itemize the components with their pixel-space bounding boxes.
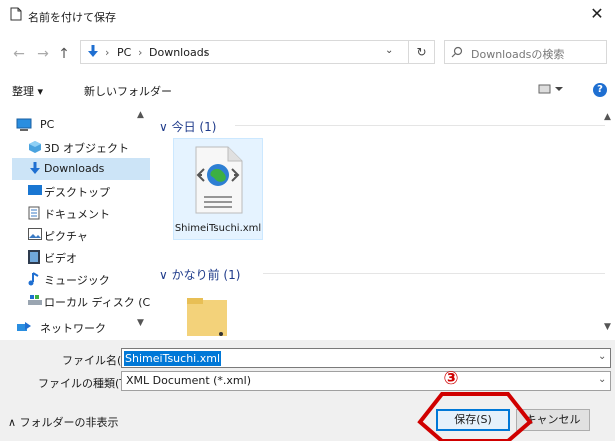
save-button[interactable]: 保存(S) — [436, 409, 510, 431]
downloads-icon — [85, 45, 101, 59]
sidebar-item-music[interactable]: ミュージック — [12, 268, 150, 290]
new-folder-button[interactable]: 新しいフォルダー — [84, 83, 172, 99]
filename-value: ShimeiTsuchi.xml — [124, 351, 222, 366]
chevron-down-icon[interactable]: ⌄ — [385, 45, 393, 56]
filetype-label: ファイルの種類(T): — [38, 377, 135, 390]
breadcrumb-separator[interactable]: › — [204, 46, 208, 59]
sidebar-item-label: ミュージック — [44, 274, 110, 287]
save-options-panel: ファイル名(N): ShimeiTsuchi.xml ⌄ ファイルの種類(T):… — [0, 340, 615, 441]
address-bar[interactable]: › PC › Downloads › ⌄ — [80, 40, 409, 64]
sidebar-item-label: ドキュメント — [44, 208, 110, 221]
group-header-label: かなり前 (1) — [171, 268, 241, 282]
search-input[interactable]: Downloadsの検索 — [444, 40, 607, 64]
title-bar: 名前を付けて保存 ✕ — [0, 0, 615, 30]
view-options-icon[interactable] — [538, 83, 564, 95]
close-button[interactable]: ✕ — [582, 4, 612, 26]
group-header-label: 今日 (1) — [171, 120, 217, 134]
sidebar-item-videos[interactable]: ビデオ — [12, 246, 150, 268]
annotation-number: ③ — [443, 368, 459, 389]
hide-folders-label: フォルダーの非表示 — [19, 416, 119, 429]
sidebar-item-downloads[interactable]: Downloads — [12, 158, 150, 180]
group-header-today[interactable]: ∨ 今日 (1) — [159, 118, 216, 135]
sidebar-item-label: ネットワーク — [40, 322, 106, 335]
sidebar-item-documents[interactable]: ドキュメント — [12, 202, 150, 224]
sidebar-item-label: 3D オブジェクト — [44, 142, 129, 155]
sidebar-item-local-disk[interactable]: ローカル ディスク (C — [12, 290, 150, 312]
sidebar-item-desktop[interactable]: デスクトップ — [12, 180, 150, 202]
group-divider — [263, 273, 605, 274]
group-divider — [235, 125, 605, 126]
file-item[interactable]: ShimeiTsuchi.xml — [173, 138, 263, 240]
sidebar-item-pc[interactable]: PC — [12, 114, 150, 136]
chevron-down-icon: ∨ — [159, 120, 172, 134]
chevron-down-icon: ∨ — [159, 268, 172, 282]
group-header-long-ago[interactable]: ∨ かなり前 (1) — [159, 266, 240, 283]
sidebar-item-label: ローカル ディスク (C — [44, 296, 151, 309]
scroll-up-arrow[interactable]: ▲ — [604, 112, 611, 122]
sidebar-item-3d-objects[interactable]: 3D オブジェクト — [12, 136, 150, 158]
sidebar-item-network[interactable]: ネットワーク — [12, 316, 150, 336]
sidebar-item-label: PC — [40, 118, 55, 131]
pc-icon — [16, 118, 32, 131]
back-arrow-icon[interactable]: ← — [11, 46, 27, 62]
breadcrumb-pc[interactable]: PC — [117, 46, 131, 59]
breadcrumb-separator: › — [105, 46, 110, 59]
scroll-up-arrow[interactable]: ▲ — [137, 110, 144, 120]
file-list: ∨ 今日 (1) ShimeiTsuchi.xml ∨ かなり前 (1) — [155, 108, 607, 336]
desktop-icon — [28, 184, 42, 197]
sidebar-item-label: ピクチャ — [44, 230, 88, 243]
sidebar-item-label: ビデオ — [44, 252, 77, 265]
up-arrow-icon[interactable]: ↑ — [56, 46, 72, 62]
chevron-up-icon: ∧ — [8, 416, 20, 429]
documents-icon — [28, 206, 40, 220]
sidebar-item-pictures[interactable]: ピクチャ — [12, 224, 150, 246]
hide-folders-button[interactable]: ∧ フォルダーの非表示 — [8, 414, 119, 430]
local-disk-icon — [28, 294, 42, 306]
search-icon — [451, 46, 463, 58]
document-icon — [10, 7, 22, 21]
chevron-down-icon[interactable]: ⌄ — [598, 351, 606, 362]
sidebar-item-label: デスクトップ — [44, 186, 110, 199]
search-placeholder: Downloadsの検索 — [471, 48, 565, 61]
forward-arrow-icon[interactable]: → — [35, 46, 51, 62]
breadcrumb-separator[interactable]: › — [138, 46, 142, 59]
breadcrumb-downloads[interactable]: Downloads — [149, 46, 209, 59]
navigation-pane: PC 3D オブジェクト Downloads デスクトップ ドキュメント ピクチ… — [12, 108, 152, 336]
window-title: 名前を付けて保存 — [28, 11, 116, 24]
videos-icon — [28, 250, 40, 264]
scroll-down-arrow[interactable]: ▼ — [604, 322, 611, 332]
music-icon — [28, 272, 40, 286]
3d-objects-icon — [28, 140, 42, 153]
help-icon[interactable]: ? — [593, 83, 607, 97]
cancel-button[interactable]: キャンセル — [516, 409, 590, 431]
chevron-down-icon[interactable]: ⌄ — [598, 374, 606, 385]
scroll-down-arrow[interactable]: ▼ — [137, 318, 144, 328]
toolbar: 整理 ▾ 新しいフォルダー ? — [0, 80, 615, 102]
folder-icon[interactable] — [185, 294, 229, 336]
network-icon — [16, 320, 32, 333]
organize-button[interactable]: 整理 ▾ — [12, 83, 43, 99]
file-name: ShimeiTsuchi.xml — [174, 223, 262, 234]
refresh-button[interactable]: ↻ — [409, 40, 435, 64]
filetype-value: XML Document (*.xml) — [126, 374, 251, 387]
filename-input[interactable]: ShimeiTsuchi.xml ⌄ — [121, 348, 611, 368]
downloads-icon — [28, 162, 42, 175]
sidebar-item-label: Downloads — [44, 162, 105, 175]
pictures-icon — [28, 228, 42, 240]
xml-file-icon — [190, 145, 246, 215]
filetype-select[interactable]: XML Document (*.xml) ⌄ — [121, 371, 611, 391]
